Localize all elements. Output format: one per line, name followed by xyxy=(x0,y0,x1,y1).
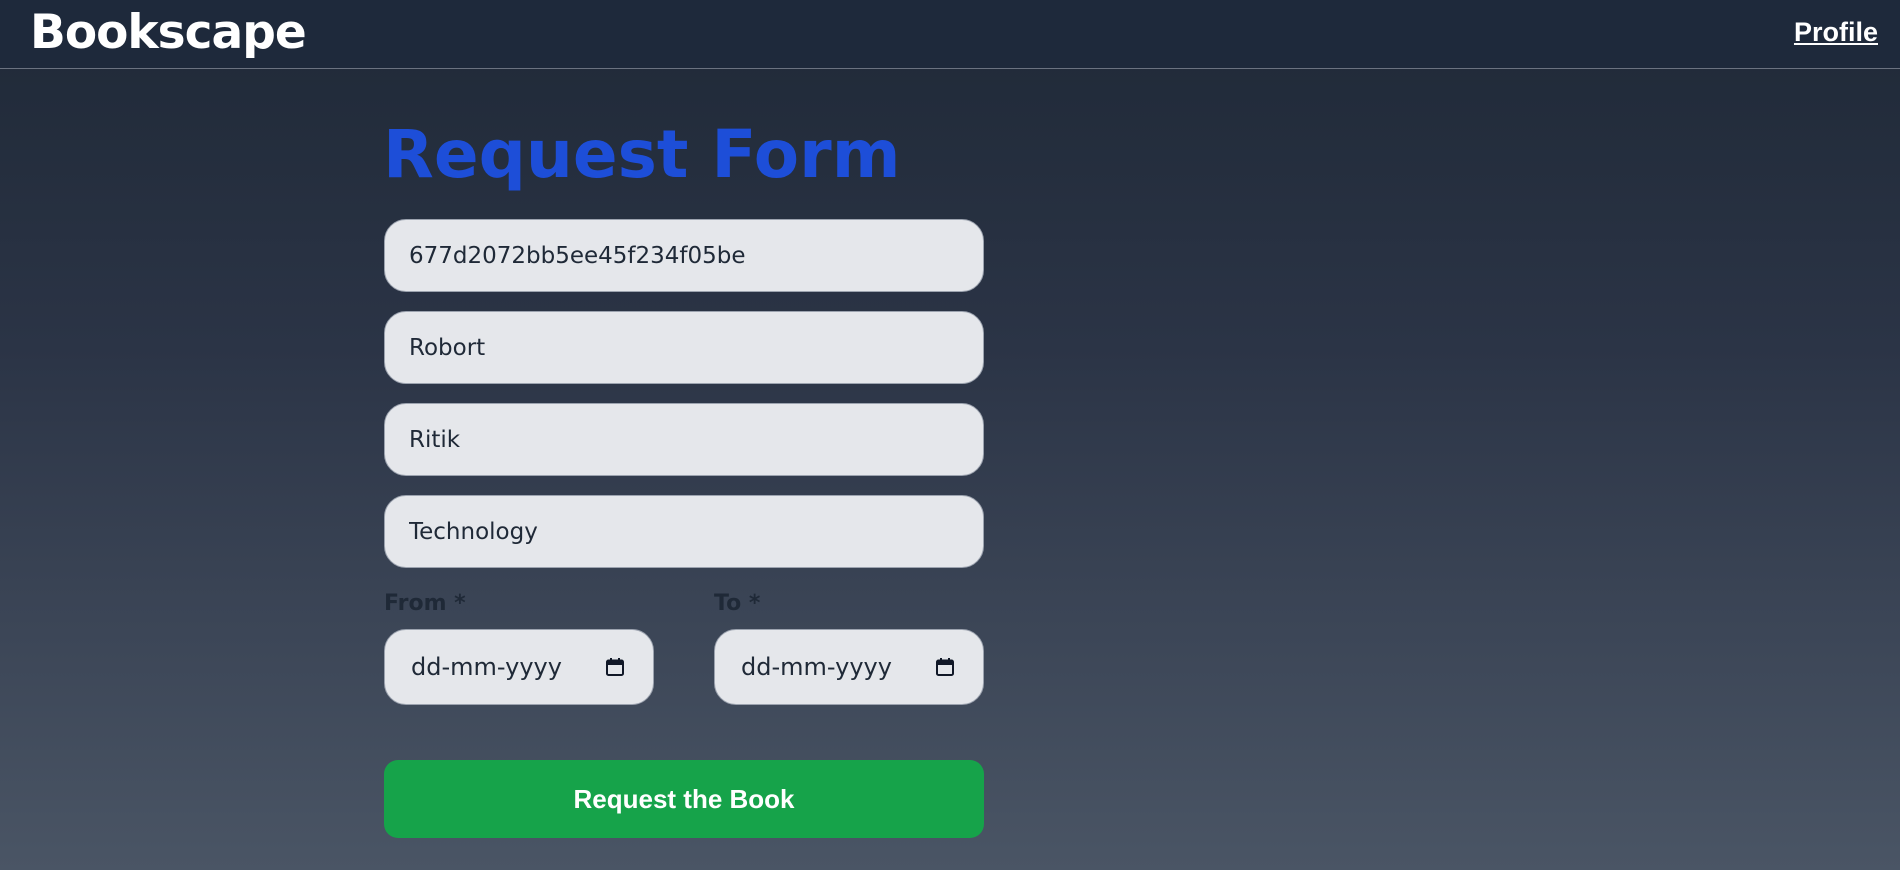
to-date-label: To * xyxy=(714,591,761,616)
to-date-input[interactable]: dd-mm-yyyy xyxy=(714,629,984,705)
author-field[interactable] xyxy=(384,403,984,476)
page-title: Request Form xyxy=(383,116,901,193)
from-date-placeholder: dd-mm-yyyy xyxy=(411,653,562,681)
profile-link[interactable]: Profile xyxy=(1794,16,1878,48)
book-id-field[interactable] xyxy=(384,219,984,292)
from-date-input[interactable]: dd-mm-yyyy xyxy=(384,629,654,705)
top-navbar: Bookscape Profile xyxy=(0,0,1900,69)
from-date-label: From * xyxy=(384,591,466,616)
request-book-button[interactable]: Request the Book xyxy=(384,760,984,838)
category-field[interactable] xyxy=(384,495,984,568)
calendar-icon[interactable] xyxy=(935,657,955,677)
to-date-placeholder: dd-mm-yyyy xyxy=(741,653,892,681)
brand-logo[interactable]: Bookscape xyxy=(30,4,307,62)
user-name-field[interactable] xyxy=(384,311,984,384)
calendar-icon[interactable] xyxy=(605,657,625,677)
